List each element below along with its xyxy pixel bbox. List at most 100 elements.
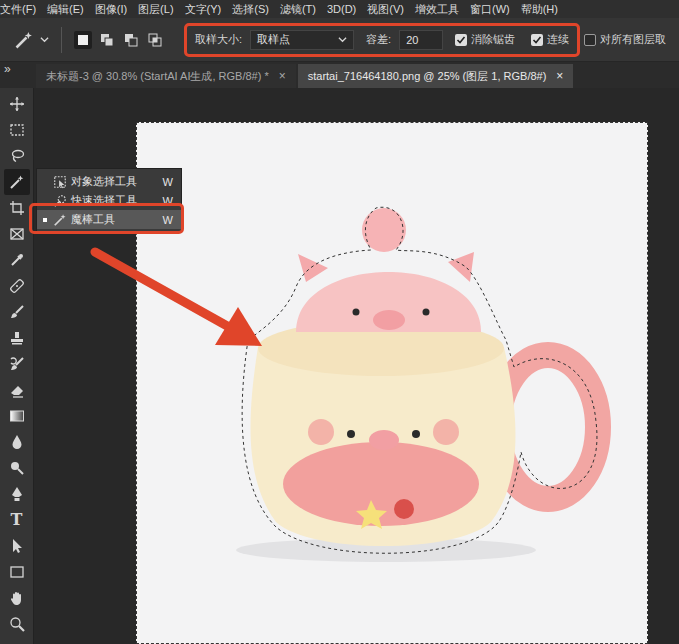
chevron-down-icon bbox=[338, 35, 347, 44]
menu-item[interactable]: 选择(S) bbox=[232, 0, 269, 18]
tool-button[interactable] bbox=[4, 325, 30, 351]
zoom-icon bbox=[9, 616, 25, 632]
tool-button[interactable]: T bbox=[4, 507, 30, 533]
menu-item[interactable]: 文字(Y) bbox=[185, 0, 222, 18]
menu-item[interactable]: 图层(L) bbox=[138, 0, 173, 18]
highlight-box: 取样大小: 取样点 容差: 20 消除锯齿 连续 bbox=[184, 23, 580, 57]
tool-button[interactable] bbox=[4, 221, 30, 247]
flyout-item[interactable]: 快速选择工具W bbox=[37, 191, 181, 210]
highlight-box bbox=[29, 203, 184, 234]
shortcut-key: W bbox=[163, 195, 173, 207]
tool-button[interactable] bbox=[4, 611, 30, 637]
toolbar: T bbox=[0, 88, 34, 644]
tool-button[interactable] bbox=[4, 481, 30, 507]
checkbox-label: 对所有图层取 bbox=[600, 32, 666, 47]
selection-mode-button[interactable] bbox=[98, 31, 116, 49]
separator bbox=[61, 27, 62, 53]
checkbox[interactable]: 消除锯齿 bbox=[455, 32, 515, 47]
flyout-item[interactable]: 对象选择工具 W bbox=[37, 172, 181, 191]
menu-item[interactable]: 增效工具 bbox=[415, 0, 459, 18]
tab-title: startai_716464180.png @ 25% (图层 1, RGB/8… bbox=[308, 69, 547, 84]
tab-title: 未标题-3 @ 30.8% (StartAI AI生成, RGB/8#) * bbox=[46, 69, 269, 84]
selection-mode-button[interactable] bbox=[74, 31, 92, 49]
tool-button[interactable] bbox=[4, 351, 30, 377]
selected-marker bbox=[41, 218, 49, 222]
add-selection-icon bbox=[100, 33, 114, 47]
flyout-item-label: 魔棒工具 bbox=[71, 212, 159, 227]
shortcut-key: W bbox=[163, 214, 173, 226]
document-tab[interactable]: 未标题-3 @ 30.8% (StartAI AI生成, RGB/8#) * × bbox=[36, 64, 296, 88]
hand-icon bbox=[9, 590, 25, 606]
move-icon bbox=[9, 96, 25, 112]
mug-photo bbox=[136, 122, 648, 644]
frame-icon bbox=[9, 226, 25, 242]
lasso-icon bbox=[9, 148, 25, 164]
tool-button[interactable] bbox=[4, 117, 30, 143]
blur-drop-icon bbox=[9, 434, 25, 450]
menu-item[interactable]: 窗口(W) bbox=[470, 0, 510, 18]
checkbox[interactable]: 连续 bbox=[531, 32, 569, 47]
new-selection-icon bbox=[76, 33, 90, 47]
tool-button[interactable] bbox=[4, 195, 30, 221]
selected-marker-dot bbox=[43, 218, 47, 222]
tool-button[interactable] bbox=[4, 91, 30, 117]
gradient-icon bbox=[9, 408, 25, 424]
magic-wand-icon bbox=[9, 174, 25, 190]
photoshop-window: {"menu":{"items":["文件(F)","编辑(E)","图像(I)… bbox=[0, 0, 679, 644]
menu-item[interactable]: 视图(V) bbox=[367, 0, 404, 18]
tool-button[interactable] bbox=[4, 403, 30, 429]
tab-close-button[interactable]: × bbox=[279, 69, 286, 83]
tool-button[interactable] bbox=[4, 169, 30, 195]
clone-stamp-icon bbox=[9, 330, 25, 346]
tool-button[interactable] bbox=[4, 429, 30, 455]
marquee-icon bbox=[9, 122, 25, 138]
checkbox[interactable]: 对所有图层取 bbox=[584, 32, 666, 47]
tool-button[interactable] bbox=[4, 585, 30, 611]
pen-icon bbox=[9, 486, 25, 502]
menu-item[interactable]: 帮助(H) bbox=[521, 0, 558, 18]
tool-button[interactable] bbox=[4, 273, 30, 299]
tab-close-button[interactable]: × bbox=[556, 69, 563, 83]
intersect-selection-icon bbox=[148, 33, 162, 47]
menu-item[interactable]: 文件(F) bbox=[0, 0, 36, 18]
type-tool-icon: T bbox=[11, 512, 23, 528]
flyout-item-label: 对象选择工具 bbox=[71, 174, 159, 189]
magic-wand-icon bbox=[53, 213, 67, 227]
menu-item[interactable]: 图像(I) bbox=[95, 0, 127, 18]
checkbox-box[interactable] bbox=[455, 34, 467, 46]
menu-item[interactable]: 编辑(E) bbox=[47, 0, 84, 18]
panel-toggle[interactable]: » bbox=[0, 62, 36, 88]
tool-button[interactable] bbox=[4, 377, 30, 403]
tool-button[interactable] bbox=[4, 533, 30, 559]
tool-button[interactable] bbox=[4, 299, 30, 325]
tool-preset-picker[interactable] bbox=[14, 30, 49, 50]
tool-button[interactable] bbox=[4, 247, 30, 273]
brush-icon bbox=[9, 304, 25, 320]
crop-icon bbox=[9, 200, 25, 216]
sample-size-value: 取样点 bbox=[257, 32, 290, 47]
document-tab[interactable]: startai_716464180.png @ 25% (图层 1, RGB/8… bbox=[298, 64, 574, 88]
shortcut-key: W bbox=[163, 176, 173, 188]
tolerance-value: 20 bbox=[406, 34, 418, 46]
menu-item[interactable]: 滤镜(T) bbox=[280, 0, 316, 18]
tool-flyout-menu: 对象选择工具W快速选择工具W魔棒工具W bbox=[36, 168, 182, 233]
tool-button[interactable] bbox=[4, 455, 30, 481]
tolerance-label: 容差: bbox=[366, 32, 391, 47]
flyout-item[interactable]: 魔棒工具 W bbox=[37, 210, 181, 229]
checkbox-box[interactable] bbox=[584, 34, 596, 46]
options-bar: 取样大小: 取样点 容差: 20 消除锯齿 连续 对所有图层取 bbox=[0, 18, 679, 62]
quick-selection-icon bbox=[53, 194, 67, 208]
menu-item[interactable]: 3D(D) bbox=[327, 0, 356, 18]
sample-size-dropdown[interactable]: 取样点 bbox=[250, 30, 354, 50]
selection-mode-button[interactable] bbox=[146, 31, 164, 49]
annotation-arrow-icon bbox=[0, 0, 679, 644]
tool-button[interactable] bbox=[4, 559, 30, 585]
path-select-arrow-icon bbox=[9, 538, 25, 554]
sample-size-label: 取样大小: bbox=[195, 32, 242, 47]
tool-button[interactable] bbox=[4, 143, 30, 169]
tolerance-field[interactable]: 20 bbox=[399, 30, 443, 50]
checkbox-box[interactable] bbox=[531, 34, 543, 46]
selection-mode-button[interactable] bbox=[122, 31, 140, 49]
eraser-icon bbox=[9, 382, 25, 398]
object-selection-icon bbox=[53, 175, 67, 189]
